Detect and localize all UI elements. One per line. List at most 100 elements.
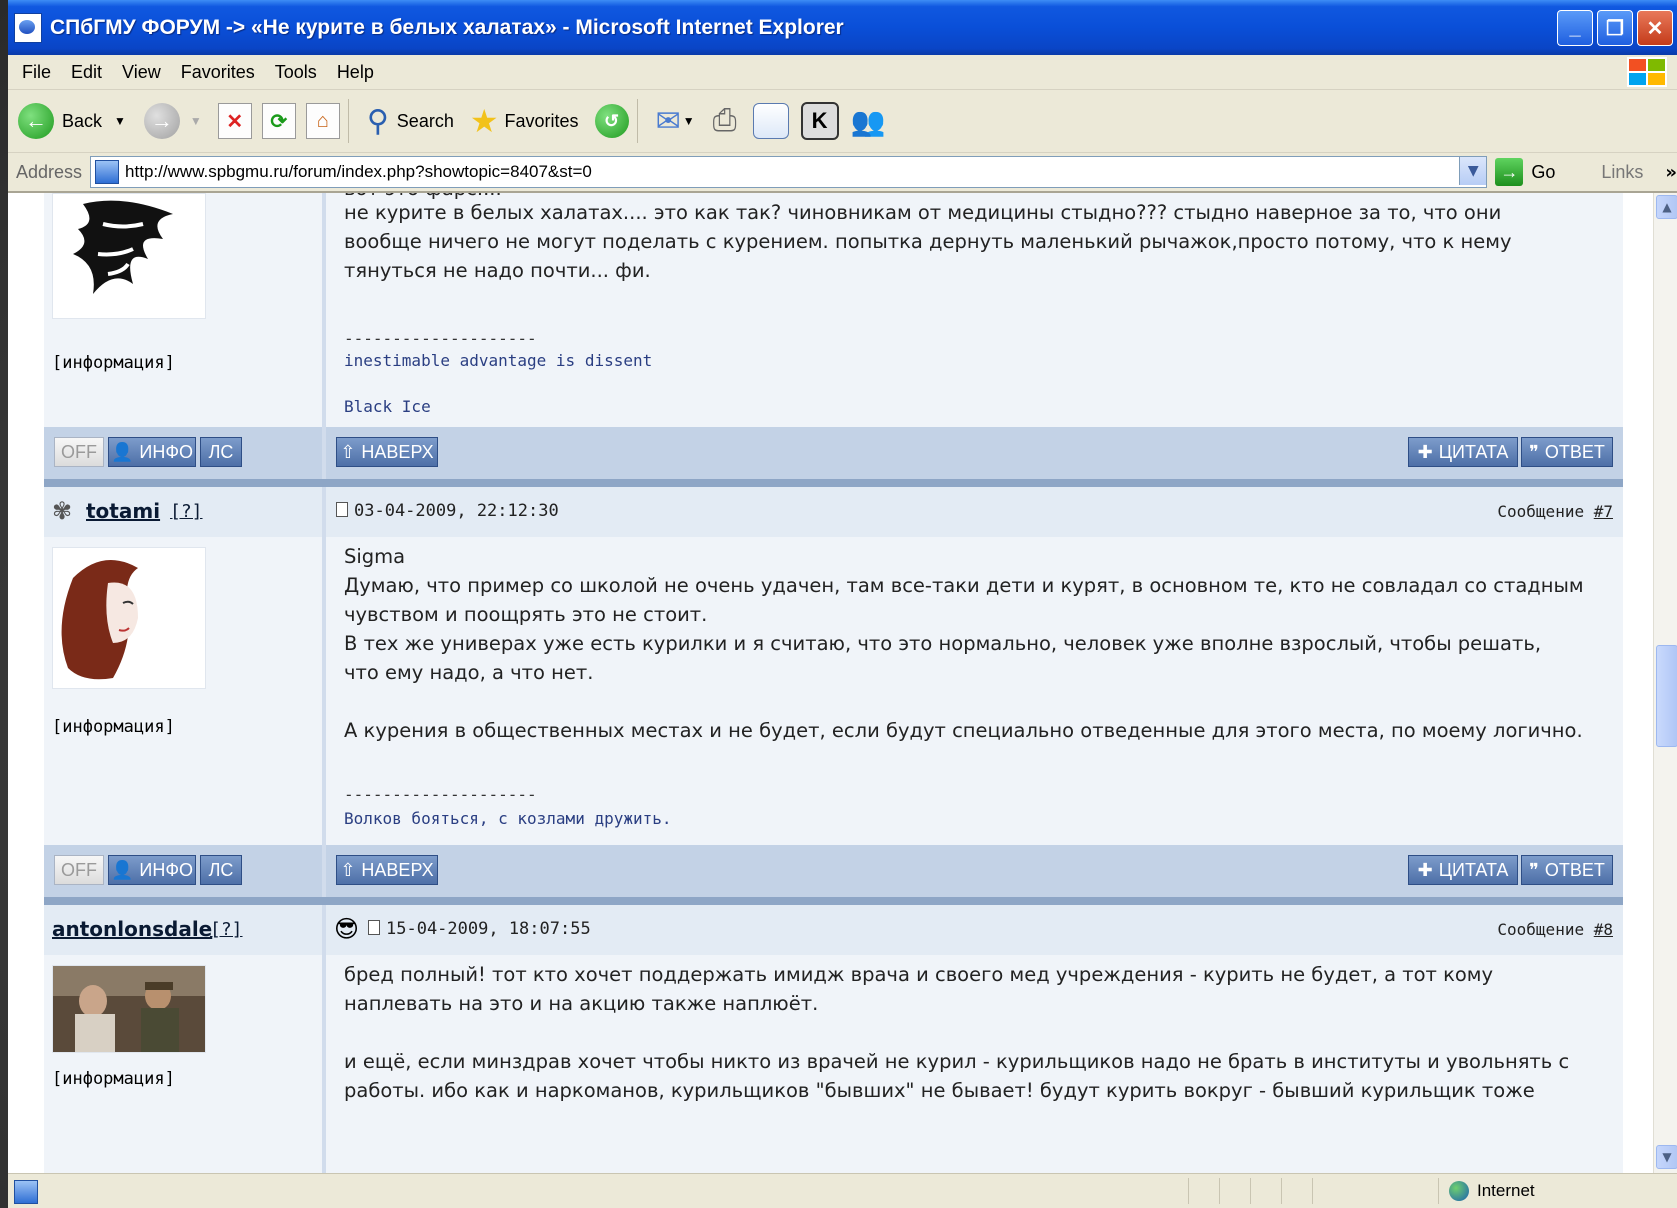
address-input[interactable]: http://www.spbgmu.ru/forum/index.php?sho… <box>90 156 1488 188</box>
signature-text: Black Ice <box>344 397 431 416</box>
post-body-line: тянуться не надо почти... фи. <box>344 259 651 282</box>
online-status-badge: OFF <box>54 855 104 885</box>
top-button[interactable]: ⇧ НАВЕРХ <box>336 437 438 467</box>
status-cell <box>1312 1178 1343 1204</box>
back-button[interactable]: ← Back ▼ <box>18 103 126 139</box>
edit-page-icon <box>752 103 789 139</box>
post-meta-header: 😎 15-04-2009, 18:07:55 Сообщение #8 <box>326 905 1623 955</box>
minimize-button[interactable]: _ <box>1557 10 1593 46</box>
avatar <box>52 193 206 319</box>
reply-button-label: ОТВЕТ <box>1544 859 1605 880</box>
links-button[interactable]: Links <box>1601 162 1643 183</box>
close-button[interactable]: ✕ <box>1637 10 1673 46</box>
signature-text: inestimable advantage is dissent <box>344 351 653 370</box>
menu-help[interactable]: Help <box>337 62 374 83</box>
edit-button[interactable] <box>752 103 789 139</box>
links-chevron-icon[interactable]: » <box>1665 162 1677 183</box>
scroll-thumb[interactable] <box>1656 645 1677 747</box>
post-body-line: и ещё, если минздрав хочет чтобы никто и… <box>344 1050 1570 1073</box>
history-button[interactable]: ↺ <box>594 104 629 138</box>
user-icon: 👤 <box>110 441 134 462</box>
status-cell <box>1219 1178 1250 1204</box>
forum-post: antonlonsdale [?] 😎 15-04-2009, 18:07:55… <box>44 905 1623 1173</box>
info-button[interactable]: 👤 ИНФО <box>108 437 196 467</box>
search-button[interactable]: ⚲ Search <box>367 104 454 139</box>
signature-separator: -------------------- <box>344 329 537 348</box>
user-info-link[interactable]: [информация] <box>52 353 175 373</box>
post-number-link[interactable]: #8 <box>1594 920 1613 939</box>
forward-dropdown-icon[interactable]: ▼ <box>190 114 202 128</box>
title-bar: СПбГМУ ФОРУМ -> «Не курите в белых халат… <box>8 0 1677 55</box>
mail-button[interactable]: ✉ ▼ <box>656 104 695 139</box>
post-number-link[interactable]: #7 <box>1594 502 1613 521</box>
favorites-button[interactable]: ★ Favorites <box>470 102 579 140</box>
reply-button[interactable]: ❞ ОТВЕТ <box>1521 437 1613 467</box>
post-body-line: В тех же универах уже есть курилки и я с… <box>344 632 1542 655</box>
messenger-button[interactable]: 👥 <box>851 105 886 138</box>
pm-button[interactable]: ЛС <box>200 437 242 467</box>
address-dropdown-icon[interactable]: ▼ <box>1459 157 1487 185</box>
pm-button[interactable]: ЛС <box>200 855 242 885</box>
go-button[interactable]: → Go <box>1495 158 1555 186</box>
top-button-label: НАВЕРХ <box>361 441 434 462</box>
post-message-actions: ⇧ НАВЕРХ ✚ ЦИТАТА ❞ ОТВЕТ <box>326 845 1623 897</box>
user-info-link[interactable]: [информация] <box>52 1069 175 1089</box>
mail-dropdown-icon[interactable]: ▼ <box>683 114 695 128</box>
scroll-up-icon[interactable]: ▲ <box>1656 195 1677 219</box>
post-page-icon <box>336 502 348 517</box>
history-icon: ↺ <box>594 104 629 138</box>
post-body-line: Sigma <box>344 545 406 568</box>
go-arrow-icon: → <box>1495 158 1524 186</box>
reply-button[interactable]: ❞ ОТВЕТ <box>1521 855 1613 885</box>
avatar <box>52 965 206 1053</box>
vertical-scrollbar[interactable]: ▲ ▼ <box>1653 193 1677 1173</box>
scroll-down-icon[interactable]: ▼ <box>1656 1145 1677 1169</box>
post-message-actions: ⇧ НАВЕРХ ✚ ЦИТАТА ❞ ОТВЕТ <box>326 427 1623 479</box>
user-info-link[interactable]: [информация] <box>52 717 175 737</box>
user-icon: 👤 <box>110 859 134 880</box>
avatar <box>52 547 206 689</box>
address-url[interactable]: http://www.spbgmu.ru/forum/index.php?sho… <box>125 162 592 182</box>
restore-button[interactable]: ❐ <box>1597 10 1633 46</box>
menu-tools[interactable]: Tools <box>275 62 317 83</box>
home-button[interactable]: ⌂ <box>305 103 340 139</box>
print-button[interactable]: ⎙ <box>713 104 737 138</box>
author-name[interactable]: totami <box>86 499 160 523</box>
author-name[interactable]: antonlonsdale <box>52 917 212 941</box>
menu-view[interactable]: View <box>122 62 161 83</box>
info-button[interactable]: 👤 ИНФО <box>108 855 196 885</box>
k-toolbar-button[interactable]: K <box>800 102 839 140</box>
back-arrow-icon: ← <box>18 103 54 139</box>
author-help-link[interactable]: [?] <box>210 919 243 940</box>
quote-mark-icon: ❞ <box>1529 441 1539 462</box>
post-body-line: вообще ничего не могут поделать с курени… <box>344 230 1512 253</box>
post-author-header: antonlonsdale [?] <box>44 905 322 955</box>
menu-file[interactable]: File <box>22 62 51 83</box>
post-user-pane: [информация] <box>44 955 322 1173</box>
quote-button[interactable]: ✚ ЦИТАТА <box>1408 855 1518 885</box>
status-cell <box>1250 1178 1281 1204</box>
post-body-line: что ему надо, а что нет. <box>344 661 594 684</box>
post-message-pane: вот это фарс.... не курите в белых халат… <box>326 193 1623 433</box>
quote-mark-icon: ❞ <box>1529 859 1539 880</box>
internet-globe-icon <box>1449 1181 1469 1201</box>
back-dropdown-icon[interactable]: ▼ <box>114 114 126 128</box>
menu-favorites[interactable]: Favorites <box>181 62 255 83</box>
zone-label: Internet <box>1477 1181 1535 1200</box>
author-help-link[interactable]: [?] <box>170 501 203 522</box>
post-body-line: А курения в общественных местах и не буд… <box>344 719 1583 742</box>
favorites-star-icon: ★ <box>469 103 499 139</box>
plus-icon: ✚ <box>1417 441 1433 462</box>
forward-button[interactable]: → ▼ <box>143 103 202 139</box>
top-button[interactable]: ⇧ НАВЕРХ <box>336 855 438 885</box>
post-number: Сообщение #8 <box>1497 920 1613 939</box>
forum-post: ✾ totami [?] 03-04-2009, 22:12:30 Сообще… <box>44 487 1623 907</box>
address-bar: Address http://www.spbgmu.ru/forum/index… <box>8 153 1677 193</box>
refresh-button[interactable]: ⟳ <box>261 103 296 139</box>
online-status-badge: OFF <box>54 437 104 467</box>
menu-edit[interactable]: Edit <box>71 62 102 83</box>
quote-button[interactable]: ✚ ЦИТАТА <box>1408 437 1518 467</box>
stop-button[interactable]: ✕ <box>217 103 252 139</box>
info-button-label: ИНФО <box>139 859 194 880</box>
forum-post: [информация] вот это фарс.... не курите … <box>44 193 1623 493</box>
